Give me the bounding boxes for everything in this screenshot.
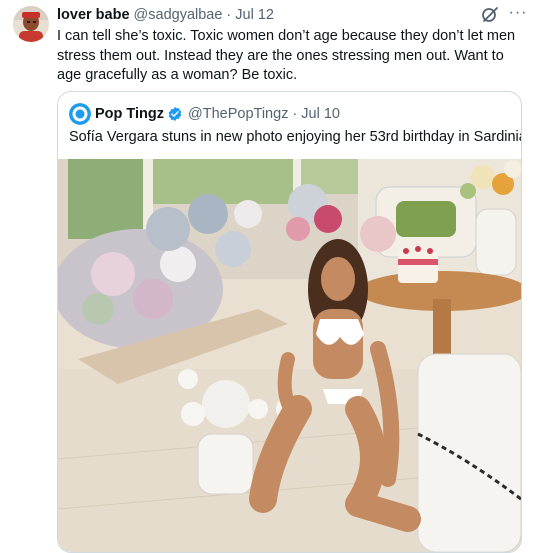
- tweet[interactable]: lover babe @sadgyalbae · Jul 12 ··· I ca…: [0, 0, 540, 553]
- display-name[interactable]: lover babe: [57, 7, 130, 23]
- quoted-user-avatar[interactable]: [69, 103, 91, 125]
- quoted-user-handle[interactable]: @ThePopTingz: [188, 106, 288, 122]
- grok-icon[interactable]: [480, 5, 500, 25]
- quoted-tweet[interactable]: Pop Tingz @ThePopTingz · Jul 10 Sofía Ve…: [57, 91, 522, 553]
- quoted-tweet-timestamp[interactable]: Jul 10: [301, 106, 340, 122]
- user-handle[interactable]: @sadgyalbae: [134, 7, 223, 23]
- tweet-text: I can tell she’s toxic. Toxic women don’…: [57, 28, 516, 83]
- quoted-separator-dot: ·: [292, 106, 298, 122]
- quoted-tweet-header: Pop Tingz @ThePopTingz · Jul 10: [95, 105, 340, 123]
- quoted-tweet-photo[interactable]: [58, 159, 521, 552]
- more-icon[interactable]: ···: [506, 2, 530, 24]
- quoted-display-name[interactable]: Pop Tingz: [95, 106, 164, 122]
- avatar-image: [13, 6, 49, 42]
- tweet-timestamp[interactable]: Jul 12: [235, 7, 274, 23]
- quoted-tweet-text: Sofía Vergara stuns in new photo enjoyin…: [69, 129, 522, 145]
- birthday-photo: [58, 159, 521, 552]
- tweet-header: lover babe @sadgyalbae · Jul 12: [57, 5, 274, 25]
- user-avatar[interactable]: [13, 6, 49, 42]
- separator-dot: ·: [226, 7, 232, 23]
- pop-tingz-logo: [69, 103, 91, 125]
- verified-badge-icon: [168, 107, 182, 121]
